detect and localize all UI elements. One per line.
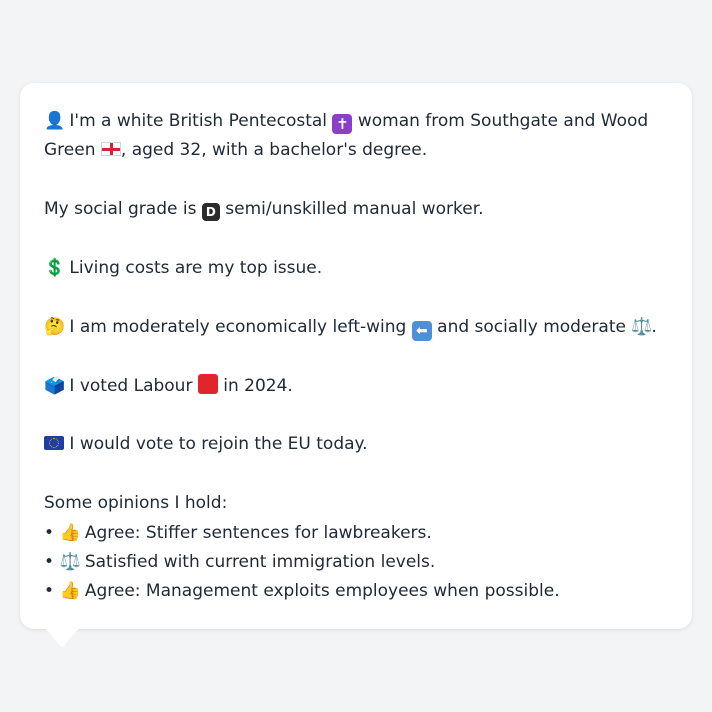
latin-cross-icon: ✝ — [332, 114, 353, 134]
thinking-face-icon: 🤔 — [44, 316, 66, 337]
stance-text-a: I am moderately economically left-wing — [69, 316, 407, 337]
intro-text-b: woman from Southgate and Wood — [357, 111, 649, 131]
opinion-item: • 👍 Agree: Stiffer sentences for lawbrea… — [44, 519, 668, 548]
opinion-text: Satisfied with current immigration level… — [84, 552, 436, 572]
red-square-icon — [197, 373, 218, 394]
grade-text-b: semi/unskilled manual worker. — [225, 199, 484, 220]
left-arrow-icon: ⬅ — [411, 320, 432, 341]
balance-scale-icon: ⚖️ — [631, 316, 653, 337]
top-issue-text: Living costs are my top issue. — [69, 258, 323, 278]
intro-text-a: I'm a white British Pentecostal — [69, 111, 328, 131]
top-issue-line: 💲 Living costs are my top issue. — [44, 254, 668, 283]
opinion-text: Agree: Management exploits employees whe… — [84, 581, 560, 602]
vote-text-b: in 2024. — [223, 375, 293, 396]
stance-text-b: and socially moderate — [437, 316, 626, 337]
thumbs-up-icon: 👍 — [59, 581, 81, 602]
persona-card: 👤 I'm a white British Pentecostal ✝ woma… — [20, 83, 692, 629]
speech-bubble-tail — [44, 627, 80, 648]
letter-d-icon: D — [201, 203, 220, 222]
bullet: • — [44, 581, 55, 602]
intro-paragraph: 👤 I'm a white British Pentecostal ✝ woma… — [44, 107, 668, 166]
eu-line: I would vote to rejoin the EU today. — [44, 430, 668, 459]
grade-text-a: My social grade is — [44, 199, 197, 220]
person-icon: 👤 — [44, 111, 66, 131]
balance-scale-icon: ⚖️ — [59, 552, 81, 572]
england-flag-icon — [100, 142, 121, 157]
vote-text-a: I voted Labour — [69, 375, 193, 396]
dollar-icon: 💲 — [44, 258, 66, 278]
opinions-list: • 👍 Agree: Stiffer sentences for lawbrea… — [44, 519, 668, 607]
eu-text: I would vote to rejoin the EU today. — [69, 434, 368, 455]
bullet: • — [44, 552, 55, 572]
intro-text-c: Green — [44, 140, 96, 161]
thumbs-up-icon: 👍 — [59, 522, 81, 543]
opinion-item: • ⚖️ Satisfied with current immigration … — [44, 548, 668, 577]
political-stance-line: 🤔 I am moderately economically left-wing… — [44, 313, 668, 342]
opinions-title: Some opinions I hold: — [44, 493, 228, 514]
social-grade-line: My social grade is D semi/unskilled manu… — [44, 195, 668, 224]
eu-flag-icon — [44, 436, 64, 451]
opinion-text: Agree: Stiffer sentences for lawbreakers… — [84, 522, 432, 543]
bullet: • — [44, 522, 55, 543]
opinion-item: • 👍 Agree: Management exploits employees… — [44, 577, 668, 606]
stance-text-c: . — [651, 316, 657, 337]
vote-line: 🗳️ I voted Labour in 2024. — [44, 372, 668, 401]
ballot-box-icon: 🗳️ — [44, 375, 66, 396]
intro-text-d: , aged 32, with a bachelor's degree. — [120, 140, 428, 161]
